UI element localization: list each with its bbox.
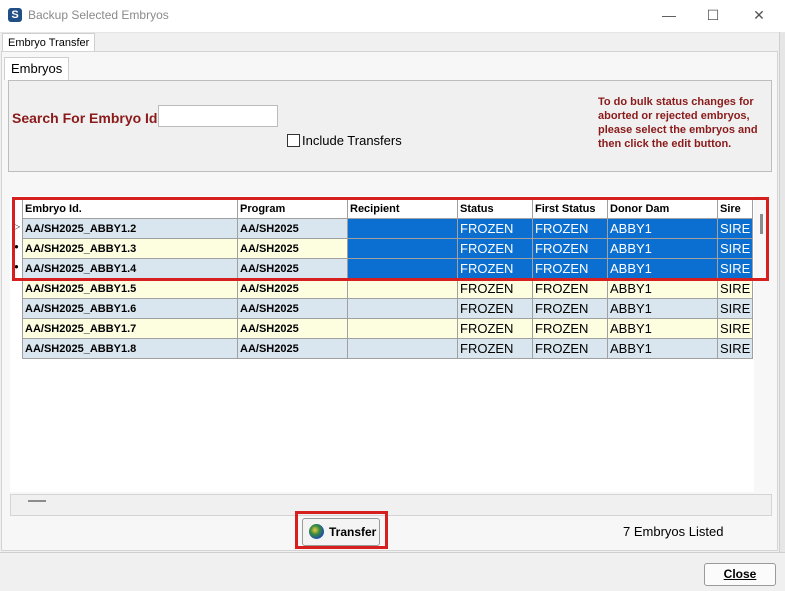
tab-embryo-transfer[interactable]: Embryo Transfer	[2, 33, 96, 52]
search-label: Search For Embryo Id.	[12, 110, 162, 126]
donor-dam-cell[interactable]: ABBY1	[607, 298, 718, 319]
donor-dam-cell[interactable]: ABBY1	[607, 318, 718, 339]
transfer-button-highlight	[295, 511, 388, 549]
first-status-cell[interactable]: FROZEN	[532, 338, 608, 359]
window-title: Backup Selected Embryos	[28, 8, 169, 22]
bulk-status-info: To do bulk status changes for aborted or…	[598, 96, 758, 150]
embryo-id-cell[interactable]: AA/SH2025_ABBY1.6	[22, 298, 238, 319]
close-window-button[interactable]: ✕	[736, 0, 782, 32]
first-status-cell[interactable]: FROZEN	[532, 298, 608, 319]
table-row[interactable]: AA/SH2025_ABBY1.8 AA/SH2025 FROZEN FROZE…	[22, 338, 754, 359]
background-window-edge	[779, 32, 785, 552]
status-cell[interactable]: FROZEN	[457, 318, 533, 339]
sire-cell[interactable]: SIRE	[716, 338, 754, 359]
program-cell[interactable]: AA/SH2025	[237, 278, 348, 299]
tab-embryos[interactable]: Embryos	[4, 57, 70, 80]
table-row[interactable]: AA/SH2025_ABBY1.5 AA/SH2025 FROZEN FROZE…	[22, 278, 754, 299]
maximize-button[interactable]: ☐	[690, 0, 736, 32]
include-transfers-checkbox[interactable]	[287, 134, 300, 147]
status-cell[interactable]: FROZEN	[457, 338, 533, 359]
recipient-cell[interactable]	[347, 338, 458, 359]
first-status-cell[interactable]: FROZEN	[532, 278, 608, 299]
dialog-footer	[0, 552, 785, 591]
sire-cell[interactable]: SIRE	[716, 278, 754, 299]
status-cell[interactable]: FROZEN	[457, 298, 533, 319]
recipient-cell[interactable]	[347, 318, 458, 339]
include-transfers-label: Include Transfers	[302, 133, 402, 148]
recipient-cell[interactable]	[347, 298, 458, 319]
program-cell[interactable]: AA/SH2025	[237, 298, 348, 319]
table-row[interactable]: AA/SH2025_ABBY1.7 AA/SH2025 FROZEN FROZE…	[22, 318, 754, 339]
sire-cell[interactable]: SIRE	[716, 298, 754, 319]
first-status-cell[interactable]: FROZEN	[532, 318, 608, 339]
table-row[interactable]: AA/SH2025_ABBY1.6 AA/SH2025 FROZEN FROZE…	[22, 298, 754, 319]
recipient-cell[interactable]	[347, 278, 458, 299]
program-cell[interactable]: AA/SH2025	[237, 318, 348, 339]
horizontal-scrollbar[interactable]	[28, 500, 46, 502]
status-cell[interactable]: FROZEN	[457, 278, 533, 299]
search-input[interactable]	[158, 105, 278, 127]
app-logo-icon: S	[8, 8, 22, 22]
grid-footer	[10, 494, 772, 516]
embryos-count: 7 Embryos Listed	[623, 524, 724, 539]
embryo-id-cell[interactable]: AA/SH2025_ABBY1.8	[22, 338, 238, 359]
donor-dam-cell[interactable]: ABBY1	[607, 278, 718, 299]
embryo-id-cell[interactable]: AA/SH2025_ABBY1.7	[22, 318, 238, 339]
donor-dam-cell[interactable]: ABBY1	[607, 338, 718, 359]
minimize-button[interactable]: —	[646, 0, 692, 32]
program-cell[interactable]: AA/SH2025	[237, 338, 348, 359]
close-button[interactable]: Close	[704, 563, 776, 586]
embryo-id-cell[interactable]: AA/SH2025_ABBY1.5	[22, 278, 238, 299]
selected-rows-highlight	[12, 197, 769, 281]
sire-cell[interactable]: SIRE	[716, 318, 754, 339]
